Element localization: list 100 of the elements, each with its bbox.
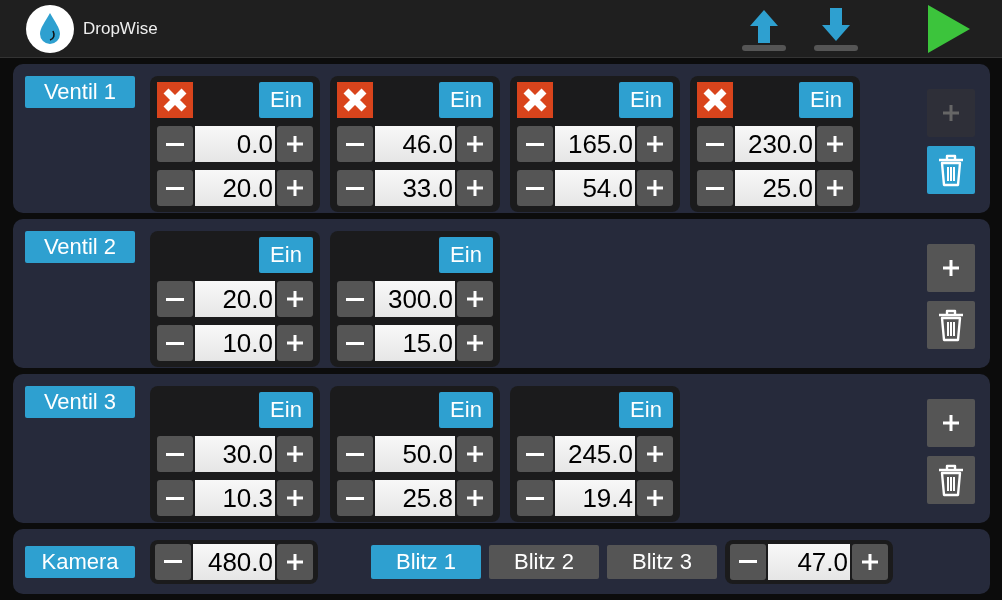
drop-logo-icon: [25, 3, 75, 54]
add-button[interactable]: [927, 399, 975, 447]
plus-button[interactable]: [457, 436, 493, 472]
minus-icon: [739, 560, 757, 563]
plus-button[interactable]: [277, 325, 313, 361]
delete-button[interactable]: [927, 456, 975, 504]
value-field[interactable]: 46.0: [375, 126, 455, 162]
value-field[interactable]: 230.0: [735, 126, 815, 162]
minus-button[interactable]: [337, 436, 373, 472]
minus-button[interactable]: [157, 325, 193, 361]
value-field[interactable]: 54.0: [555, 170, 635, 206]
minus-button[interactable]: [517, 436, 553, 472]
plus-icon: [465, 444, 485, 464]
minus-icon: [526, 496, 544, 500]
delete-mark-icon[interactable]: [697, 82, 733, 118]
minus-button[interactable]: [517, 480, 553, 516]
plus-icon: [645, 134, 665, 154]
plus-button[interactable]: [277, 170, 313, 206]
minus-icon: [346, 297, 364, 301]
value-field[interactable]: 20.0: [195, 170, 275, 206]
plus-button[interactable]: [457, 480, 493, 516]
plus-icon: [465, 289, 485, 309]
flash-tab[interactable]: Blitz 2: [489, 544, 599, 579]
plus-icon: [860, 551, 880, 572]
plus-button[interactable]: [637, 480, 673, 516]
minus-button[interactable]: [337, 281, 373, 317]
plus-icon: [285, 134, 305, 154]
minus-icon: [166, 341, 184, 345]
minus-button[interactable]: [157, 480, 193, 516]
download-icon[interactable]: [812, 6, 860, 51]
minus-icon: [346, 452, 364, 456]
delete-button[interactable]: [927, 301, 975, 349]
plus-icon: [465, 488, 485, 508]
plus-button[interactable]: [277, 126, 313, 162]
minus-button[interactable]: [730, 543, 766, 580]
plus-button[interactable]: [637, 436, 673, 472]
value-field[interactable]: 30.0: [195, 436, 275, 472]
minus-icon: [526, 186, 544, 190]
minus-icon: [164, 560, 182, 563]
value-field[interactable]: 10.3: [195, 480, 275, 516]
trash-icon: [936, 463, 966, 497]
plus-button[interactable]: [457, 281, 493, 317]
delete-mark-icon[interactable]: [517, 82, 553, 118]
plus-icon: [645, 488, 665, 508]
minus-button[interactable]: [337, 325, 373, 361]
minus-button[interactable]: [157, 436, 193, 472]
value-field[interactable]: 47.0: [768, 543, 850, 580]
plus-icon: [645, 444, 665, 464]
minus-icon: [526, 142, 544, 146]
plus-button[interactable]: [277, 436, 313, 472]
plus-button[interactable]: [852, 543, 888, 580]
plus-icon: [825, 134, 845, 154]
plus-button[interactable]: [637, 170, 673, 206]
plus-button[interactable]: [457, 126, 493, 162]
minus-button[interactable]: [157, 281, 193, 317]
plus-icon: [285, 289, 305, 309]
value-field[interactable]: 20.0: [195, 281, 275, 317]
minus-button[interactable]: [697, 126, 733, 162]
minus-icon: [706, 186, 724, 190]
minus-button[interactable]: [157, 126, 193, 162]
plus-button[interactable]: [817, 126, 853, 162]
plus-icon: [465, 134, 485, 154]
minus-icon: [166, 452, 184, 456]
add-button[interactable]: [927, 244, 975, 292]
value-field[interactable]: 10.0: [195, 325, 275, 361]
minus-button[interactable]: [517, 126, 553, 162]
value-field[interactable]: 33.0: [375, 170, 455, 206]
delete-mark-icon[interactable]: [337, 82, 373, 118]
value-field[interactable]: 0.0: [195, 126, 275, 162]
value-field[interactable]: 19.4: [555, 480, 635, 516]
value-field[interactable]: 165.0: [555, 126, 635, 162]
plus-button[interactable]: [277, 281, 313, 317]
value-field[interactable]: 15.0: [375, 325, 455, 361]
minus-button[interactable]: [155, 543, 191, 580]
plus-icon: [941, 103, 961, 123]
delete-mark-icon[interactable]: [157, 82, 193, 118]
minus-button[interactable]: [517, 170, 553, 206]
minus-button[interactable]: [697, 170, 733, 206]
value-field[interactable]: 25.0: [735, 170, 815, 206]
minus-button[interactable]: [157, 170, 193, 206]
value-field[interactable]: 50.0: [375, 436, 455, 472]
minus-icon: [166, 496, 184, 500]
value-field[interactable]: 25.8: [375, 480, 455, 516]
plus-icon: [941, 258, 961, 278]
plus-icon: [285, 444, 305, 464]
plus-button[interactable]: [277, 480, 313, 516]
minus-button[interactable]: [337, 480, 373, 516]
plus-button[interactable]: [277, 543, 313, 580]
plus-button[interactable]: [457, 170, 493, 206]
app-title: DropWise: [83, 18, 158, 39]
plus-button[interactable]: [817, 170, 853, 206]
plus-button[interactable]: [637, 126, 673, 162]
plus-button[interactable]: [457, 325, 493, 361]
minus-button[interactable]: [337, 170, 373, 206]
plus-icon: [825, 178, 845, 198]
value-field[interactable]: 480.0: [193, 543, 275, 580]
flash-tab[interactable]: Blitz 3: [607, 544, 717, 579]
minus-button[interactable]: [337, 126, 373, 162]
value-field[interactable]: 245.0: [555, 436, 635, 472]
value-field[interactable]: 300.0: [375, 281, 455, 317]
